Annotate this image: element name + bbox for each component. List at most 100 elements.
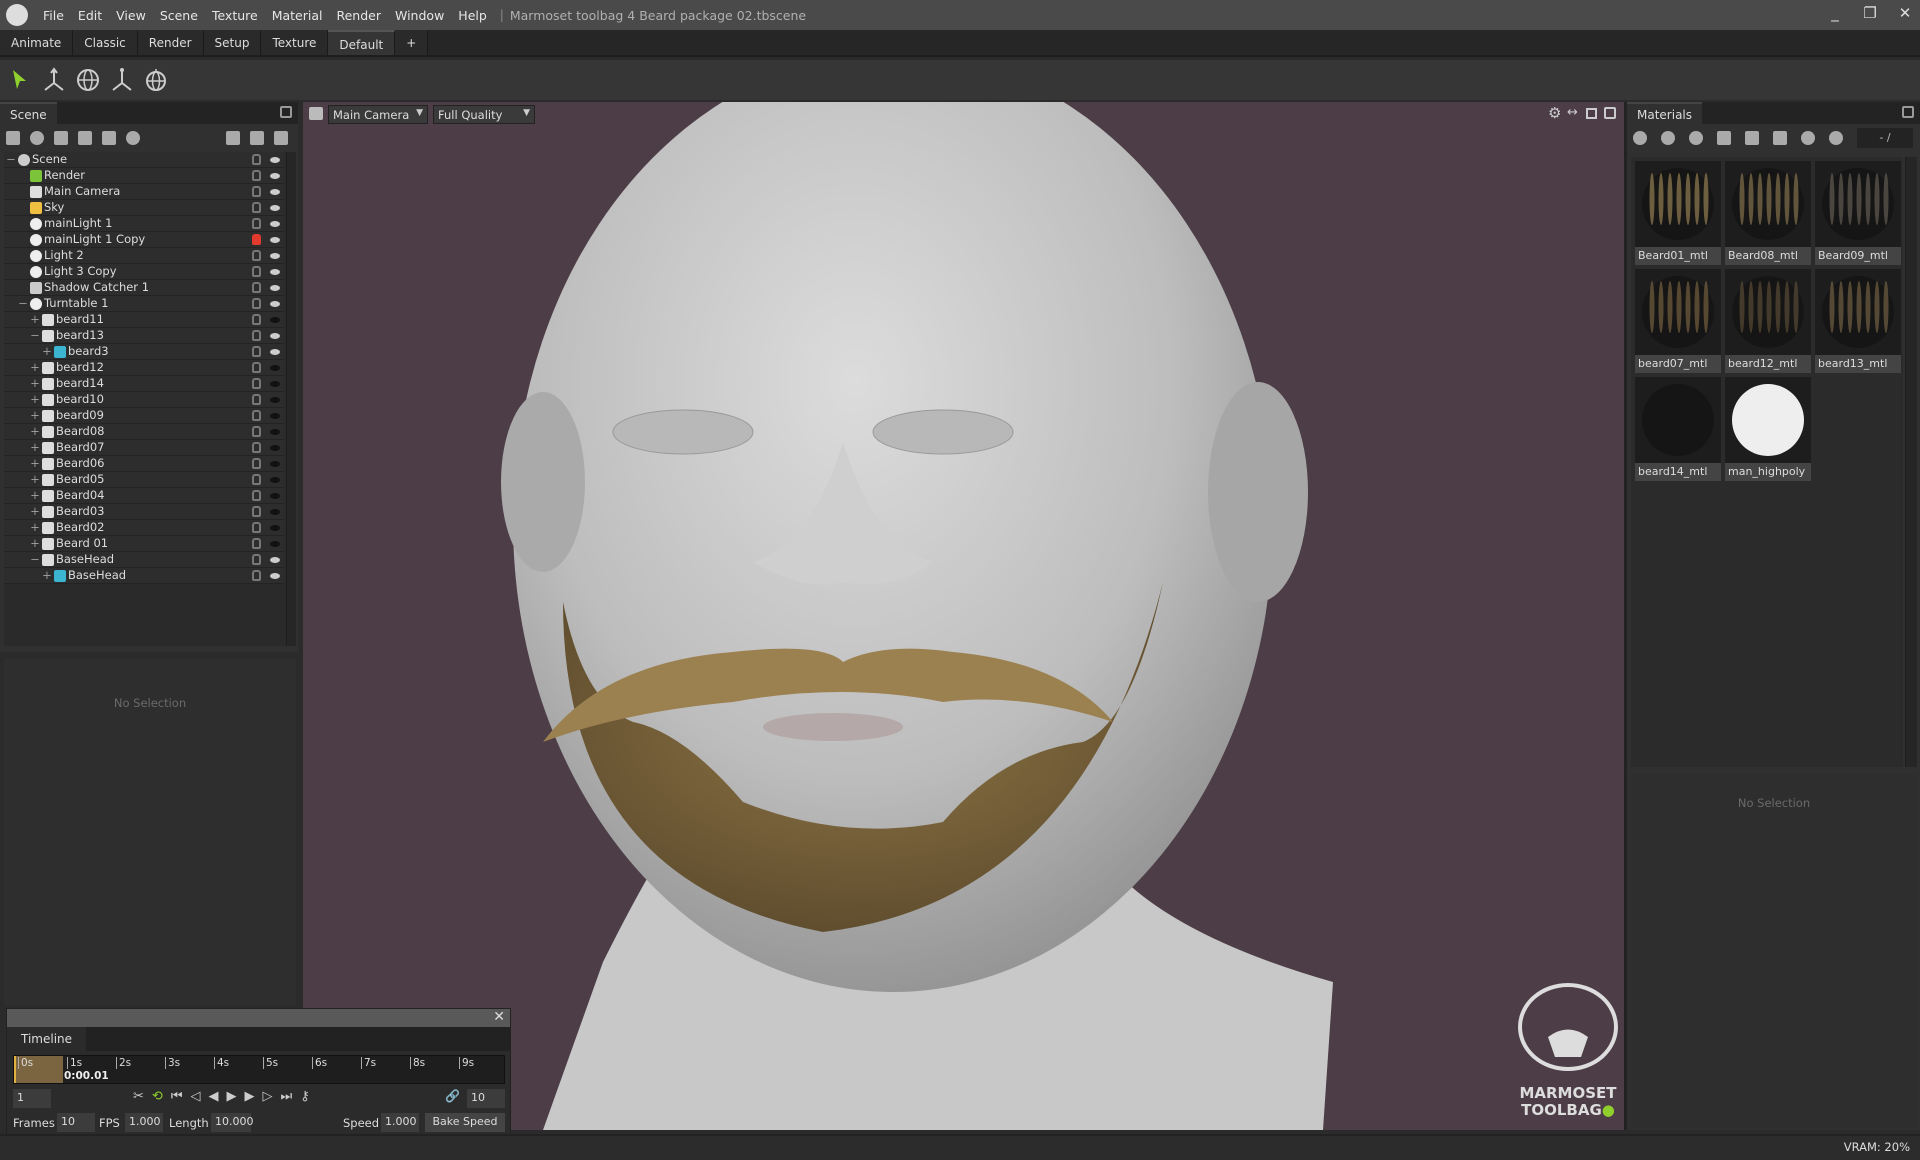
tree-item[interactable]: mainLight 1 Copy (4, 232, 284, 248)
lock-icon[interactable] (252, 218, 261, 229)
menu-file[interactable]: File (36, 8, 71, 23)
lock-icon[interactable] (252, 186, 261, 197)
visibility-eye-icon[interactable] (270, 365, 280, 371)
visibility-eye-icon[interactable] (270, 349, 280, 355)
tab-materials[interactable]: Materials (1627, 102, 1703, 124)
frames-field[interactable]: 10 (57, 1113, 95, 1132)
lock-icon[interactable] (252, 394, 261, 405)
material-thumbnail[interactable]: beard13_mtl (1815, 269, 1901, 373)
expand-toggle[interactable]: + (30, 360, 40, 375)
lock-icon[interactable] (252, 378, 261, 389)
lock-icon[interactable] (252, 538, 261, 549)
bake-speed-button[interactable]: Bake Speed (425, 1113, 505, 1132)
visibility-eye-icon[interactable] (270, 445, 280, 451)
expand-toggle[interactable]: + (30, 376, 40, 391)
lock-icon[interactable] (252, 314, 261, 325)
scene-tree-scrollbar[interactable] (286, 152, 296, 646)
tab-timeline[interactable]: Timeline (7, 1027, 87, 1051)
tree-item[interactable]: Render (4, 168, 284, 184)
next-key-icon[interactable]: ▷ (263, 1089, 273, 1104)
tree-item[interactable]: + beard10 (4, 392, 284, 408)
length-field[interactable]: 10.000 (211, 1113, 254, 1132)
gear-icon[interactable]: ⚙ (1548, 104, 1561, 122)
visibility-eye-icon[interactable] (270, 509, 280, 515)
skip-end-icon[interactable]: ⏭ (281, 1089, 293, 1104)
expand-toggle[interactable]: + (30, 392, 40, 407)
export-icon[interactable] (1829, 131, 1843, 145)
material-thumbnail[interactable]: man_highpoly (1725, 377, 1811, 481)
delete-icon[interactable] (1745, 131, 1759, 145)
tree-item[interactable]: Light 3 Copy (4, 264, 284, 280)
tab-classic[interactable]: Classic (73, 30, 138, 55)
tab-texture[interactable]: Texture (261, 30, 329, 55)
tab-add[interactable]: + (395, 30, 429, 55)
tree-item[interactable]: + beard09 (4, 408, 284, 424)
visibility-eye-icon[interactable] (270, 285, 280, 291)
fps-field[interactable]: 1.000 (125, 1113, 163, 1132)
loop-icon[interactable]: ⟲ (152, 1089, 163, 1104)
material-thumbnail[interactable]: beard07_mtl (1635, 269, 1721, 373)
folder-icon[interactable] (1717, 131, 1731, 145)
duplicate-material-icon[interactable] (1661, 131, 1675, 145)
add-light-icon[interactable] (30, 131, 44, 145)
tab-animate[interactable]: Animate (0, 30, 74, 55)
tree-item[interactable]: + Beard02 (4, 520, 284, 536)
tree-item[interactable]: Light 2 (4, 248, 284, 264)
visibility-eye-icon[interactable] (270, 493, 280, 499)
expand-toggle[interactable]: + (30, 312, 40, 327)
visibility-eye-icon[interactable] (270, 317, 280, 323)
skip-start-icon[interactable]: ⏮ (171, 1089, 183, 1104)
expand-toggle[interactable]: − (30, 328, 40, 343)
add-material-icon[interactable] (1633, 131, 1647, 145)
expand-toggle[interactable]: + (30, 424, 40, 439)
lock-icon[interactable] (252, 234, 261, 245)
lock-icon[interactable] (252, 474, 261, 485)
link-icon[interactable]: 🔗 (445, 1089, 460, 1103)
menu-texture[interactable]: Texture (205, 8, 265, 23)
tree-item[interactable]: + BaseHead (4, 568, 284, 584)
menu-window[interactable]: Window (388, 8, 451, 23)
lock-icon[interactable] (252, 506, 261, 517)
speed-field[interactable]: 1.000 (381, 1113, 419, 1132)
tree-item[interactable]: + Beard08 (4, 424, 284, 440)
scale-gizmo-icon[interactable] (108, 66, 136, 94)
close-icon[interactable]: ✕ (493, 1009, 505, 1025)
visibility-eye-icon[interactable] (270, 173, 280, 179)
end-frame-field[interactable]: 10 (467, 1089, 505, 1108)
visibility-eye-icon[interactable] (270, 525, 280, 531)
move-gizmo-icon[interactable] (40, 66, 68, 94)
expand-toggle[interactable]: + (30, 536, 40, 551)
tree-item[interactable]: + beard14 (4, 376, 284, 392)
turntable-gizmo-icon[interactable] (142, 66, 170, 94)
expand-toggle[interactable]: − (30, 552, 40, 567)
material-thumbnail[interactable]: Beard01_mtl (1635, 161, 1721, 265)
select-arrow-icon[interactable] (6, 66, 34, 94)
visibility-eye-icon[interactable] (270, 461, 280, 467)
lock-icon[interactable] (252, 282, 261, 293)
expand-toggle[interactable]: + (30, 408, 40, 423)
tree-item[interactable]: + beard12 (4, 360, 284, 376)
lock-icon[interactable] (252, 442, 261, 453)
tree-item[interactable]: − beard13 (4, 328, 284, 344)
visibility-eye-icon[interactable] (270, 237, 280, 243)
material-thumbnail[interactable]: Beard09_mtl (1815, 161, 1901, 265)
menu-material[interactable]: Material (265, 8, 330, 23)
maximize-view-icon[interactable] (1586, 108, 1597, 119)
checker-icon[interactable] (1689, 131, 1703, 145)
popout-icon[interactable] (1604, 107, 1616, 119)
visibility-eye-icon[interactable] (270, 557, 280, 563)
menu-help[interactable]: Help (451, 8, 494, 23)
key-icon[interactable]: ⚷ (300, 1089, 310, 1104)
expand-toggle[interactable]: + (30, 488, 40, 503)
visibility-eye-icon[interactable] (270, 301, 280, 307)
tab-render[interactable]: Render (137, 30, 204, 55)
lock-icon[interactable] (252, 522, 261, 533)
visibility-eye-icon[interactable] (270, 269, 280, 275)
lock-icon[interactable] (252, 346, 261, 357)
add-material-icon[interactable] (126, 131, 140, 145)
close-window-button[interactable]: ✕ (1890, 4, 1920, 26)
tree-item[interactable]: + Beard07 (4, 440, 284, 456)
duplicate-icon[interactable] (250, 131, 264, 145)
tree-item[interactable]: mainLight 1 (4, 216, 284, 232)
visibility-eye-icon[interactable] (270, 397, 280, 403)
